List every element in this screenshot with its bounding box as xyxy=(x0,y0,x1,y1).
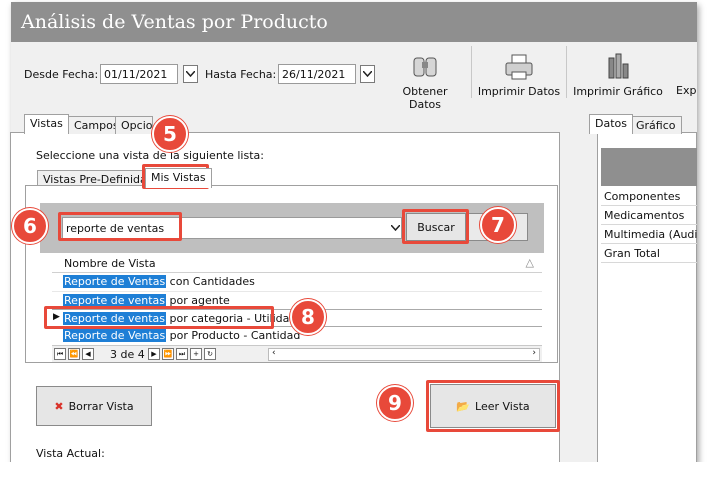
callout-badge-6: 6 xyxy=(12,208,48,244)
prev-page-set-icon[interactable]: ⏪ xyxy=(68,348,80,360)
column-nombre-de-vista: Nombre de Vista xyxy=(64,257,156,270)
pager-text: 3 de 4 xyxy=(110,348,145,361)
borrar-vista-label: Borrar Vista xyxy=(68,399,134,413)
vista-actual-label: Vista Actual: xyxy=(36,447,105,460)
toolbar-separator xyxy=(471,46,472,98)
imprimir-grafico-label: Imprimir Gráfico xyxy=(573,85,663,98)
row-text: con Cantidades xyxy=(166,275,255,288)
imprimir-grafico-button[interactable]: Imprimir Gráfico xyxy=(572,52,664,98)
scroll-right-icon[interactable]: › xyxy=(532,348,536,358)
next-page-icon[interactable]: ▶ xyxy=(148,348,160,360)
obtener-datos-button[interactable]: Obtener Datos xyxy=(386,52,464,111)
hasta-fecha-dropdown[interactable] xyxy=(360,65,375,83)
callout-badge-8: 8 xyxy=(290,299,326,335)
chevron-down-icon xyxy=(186,71,195,77)
desde-fecha-input[interactable]: 01/11/2021 xyxy=(100,64,178,84)
window-title: Análisis de Ventas por Producto xyxy=(11,2,697,42)
hasta-fecha-label: Hasta Fecha: xyxy=(205,68,277,81)
search-dropdown[interactable] xyxy=(388,219,403,237)
tab-datos[interactable]: Datos xyxy=(589,114,633,134)
match-text: Reporte de Ventas xyxy=(63,329,167,342)
grid-navigator: ⏮ ⏪ ◀ 3 de 4 ▶ ⏩ ⏭ + ↻ ‹ › xyxy=(52,345,542,362)
row-text: por Producto - Cantidad xyxy=(166,329,301,342)
next-page-set-icon[interactable]: ⏩ xyxy=(162,348,174,360)
callout-box-search xyxy=(58,212,182,241)
desde-fecha-label: Desde Fecha: xyxy=(24,68,99,81)
first-page-icon[interactable]: ⏮ xyxy=(54,348,66,360)
delete-x-icon: ✖ xyxy=(54,399,64,413)
result-row[interactable]: Componentes xyxy=(601,187,697,206)
borrar-vista-button[interactable]: ✖ Borrar Vista xyxy=(36,386,152,426)
callout-badge-7: 7 xyxy=(480,207,516,243)
chevron-down-icon xyxy=(363,71,372,77)
instruction-text: Seleccione una vista de la siguiente lis… xyxy=(36,149,264,162)
result-row[interactable]: Multimedia (Audio y xyxy=(601,225,697,244)
scroll-left-icon[interactable]: ‹ xyxy=(272,348,276,358)
callout-box-leer-vista xyxy=(426,380,560,432)
refresh-icon[interactable]: ↻ xyxy=(204,348,216,360)
prev-page-icon[interactable]: ◀ xyxy=(82,348,94,360)
binoculars-icon xyxy=(413,57,437,77)
tab-mis-vistas[interactable]: Mis Vistas xyxy=(145,168,212,188)
imprimir-datos-button[interactable]: Imprimir Datos xyxy=(477,52,561,98)
printer-icon xyxy=(505,54,533,80)
callout-badge-5: 5 xyxy=(152,116,188,152)
results-grid-header xyxy=(601,148,697,186)
torn-edge xyxy=(0,462,707,480)
grid-header[interactable]: Nombre de Vista △ xyxy=(52,254,542,273)
result-row[interactable]: Gran Total xyxy=(601,244,697,263)
callout-box-buscar xyxy=(402,209,469,244)
tab-vistas[interactable]: Vistas xyxy=(24,114,69,134)
match-text: Reporte de Ventas xyxy=(63,275,167,288)
chevron-down-icon xyxy=(391,225,400,231)
result-row[interactable]: Medicamentos xyxy=(601,206,697,225)
exportar-label: Exp xyxy=(676,84,696,97)
hasta-fecha-input[interactable]: 26/11/2021 xyxy=(278,64,356,84)
last-page-icon[interactable]: ⏭ xyxy=(176,348,188,360)
horizontal-scrollbar[interactable]: ‹ › xyxy=(268,348,540,361)
sort-triangle-icon: △ xyxy=(525,256,534,269)
tab-grafico[interactable]: Gráfico xyxy=(630,116,682,134)
exportar-button[interactable]: Exp xyxy=(676,84,696,97)
bar-chart-printer-icon xyxy=(608,53,629,79)
imprimir-datos-label: Imprimir Datos xyxy=(477,85,561,98)
add-icon[interactable]: + xyxy=(190,348,202,360)
callout-box-selected-row xyxy=(44,306,274,329)
obtener-datos-label: Obtener Datos xyxy=(402,85,448,111)
tab-opciones[interactable]: Opcio xyxy=(115,116,153,134)
toolbar-separator xyxy=(566,46,567,98)
desde-fecha-dropdown[interactable] xyxy=(183,65,198,83)
callout-badge-9: 9 xyxy=(377,385,413,421)
table-row[interactable]: Reporte de Ventas con Cantidades xyxy=(52,273,542,291)
